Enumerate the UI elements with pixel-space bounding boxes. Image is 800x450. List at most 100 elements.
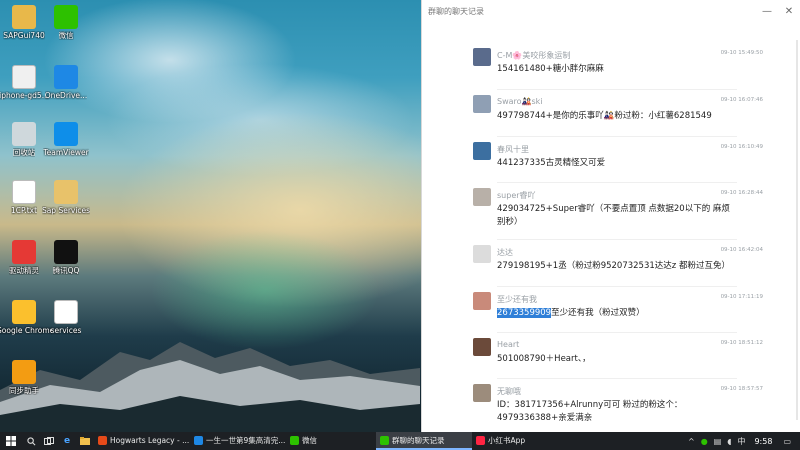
sender-name: C-M🌸美咬彤象运制 <box>497 51 571 60</box>
chat-history-window[interactable]: 群聊的聊天记录 — ✕ C-M🌸美咬彤象运制 09-10 15:49:50 1541… <box>421 0 800 432</box>
chat-window-title: 群聊的聊天记录 <box>428 6 484 16</box>
message-time: 09-10 16:07:46 <box>720 97 763 103</box>
message-text[interactable]: 154161480+糖小胖尔麻麻 <box>497 63 737 76</box>
sender-name: Swaro🎎ski <box>497 97 543 106</box>
desktop-icon[interactable]: 回收站 <box>0 122 48 157</box>
message-text[interactable]: 501008790＋Heart、， <box>497 353 737 366</box>
avatar[interactable] <box>473 292 491 310</box>
taskbar-app-label: 微信 <box>302 435 317 445</box>
taskbar-app-button[interactable]: 小红书App <box>472 432 568 450</box>
chat-message[interactable]: super睿吖 09-10 16:28:44 429034725+Super睿吖（不… <box>473 188 793 240</box>
chevron-up-icon[interactable]: ^ <box>688 437 695 446</box>
chat-message[interactable]: 无聊哦 09-10 18:57:57 ID：381717356+Alrunny可可 … <box>473 384 793 428</box>
minimize-button[interactable]: — <box>756 0 778 22</box>
desktop-icon-label: SAPGui740 <box>3 31 45 40</box>
chat-message[interactable]: Heart 09-10 18:51:12 501008790＋Heart、， <box>473 338 793 382</box>
search-icon[interactable] <box>22 432 40 450</box>
message-divider <box>497 239 737 240</box>
sync-assistant-icon <box>12 360 36 384</box>
avatar[interactable] <box>473 95 491 113</box>
avatar[interactable] <box>473 338 491 356</box>
message-time: 09-10 18:57:57 <box>720 386 763 392</box>
chat-message[interactable]: 至少还有我 09-10 17:11:19 2673359909至少还有我（粉过双赞） <box>473 292 793 336</box>
avatar[interactable] <box>473 188 491 206</box>
taskbar-app-button[interactable]: 一生一世第9集高清完... <box>190 432 286 450</box>
chat-message[interactable]: 达达 09-10 16:42:04 279198195+1丞（粉过粉95207325… <box>473 245 793 289</box>
desktop-icon[interactable]: 驱动精灵 <box>0 240 48 275</box>
message-text[interactable]: 497798744+是你的乐事吖🎎粉过粉：小红薯6281549 <box>497 110 737 123</box>
message-divider <box>497 378 737 379</box>
desktop-icon[interactable]: SAPGui740 <box>0 5 48 40</box>
chat-message[interactable]: C-M🌸美咬彤象运制 09-10 15:49:50 154161480+糖小胖尔麻麻 <box>473 48 793 92</box>
sender-name: 至少还有我 <box>497 295 537 304</box>
desktop-icon[interactable]: services <box>42 300 90 335</box>
ime-indicator[interactable]: 中 <box>737 436 745 447</box>
message-text[interactable]: 2673359909至少还有我（粉过双赞） <box>497 307 737 320</box>
desktop-icon[interactable]: Sap Services <box>42 180 90 215</box>
desktop-icon-label: OneDrive... <box>44 91 88 100</box>
avatar[interactable] <box>473 384 491 402</box>
wechat-tray-icon[interactable]: ● <box>701 437 708 446</box>
sender-name: 达达 <box>497 248 513 257</box>
desktop-icon[interactable]: 1CP.txt <box>0 180 48 215</box>
desktop-icon[interactable]: 微信 <box>42 5 90 40</box>
taskbar-app-label: 小红书App <box>488 435 526 445</box>
message-time: 09-10 16:10:49 <box>720 144 763 150</box>
close-button[interactable]: ✕ <box>778 0 800 22</box>
message-time: 09-10 18:51:12 <box>720 340 763 346</box>
chat-titlebar[interactable]: 群聊的聊天记录 — ✕ <box>422 0 800 22</box>
desktop-icon[interactable]: OneDrive... <box>42 65 90 100</box>
desktop-icon-label: 同步助手 <box>9 386 39 395</box>
desktop-icon[interactable]: 腾讯QQ <box>42 240 90 275</box>
desktop-icon[interactable]: TeamViewer <box>42 122 90 157</box>
message-divider <box>497 136 737 137</box>
start-button[interactable] <box>0 432 22 450</box>
driver-genius-icon <box>12 240 36 264</box>
task-view-icon[interactable] <box>40 432 58 450</box>
message-text[interactable]: ID：381717356+Alrunny可可 粉过的粉这个：4979336388… <box>497 399 737 425</box>
chat-scrollbar[interactable] <box>796 40 798 420</box>
message-divider <box>497 332 737 333</box>
taskbar-app-button[interactable]: 群聊的聊天记录 <box>376 432 472 450</box>
desktop-icon-label: Sap Services <box>41 206 91 215</box>
message-time: 09-10 16:42:04 <box>720 247 763 253</box>
cloud-icon <box>54 65 78 89</box>
volume-icon[interactable]: ◖ <box>727 437 731 446</box>
message-text[interactable]: 429034725+Super睿吖（不要点置顶 点数据20以下的 麻烦别秒） <box>497 203 737 229</box>
ie-browser-icon[interactable]: e <box>58 432 76 450</box>
message-text[interactable]: 441237335古灵精怪又可爱 <box>497 157 737 170</box>
taskbar-app-label: Hogwarts Legacy - ... <box>110 435 190 445</box>
taskbar-app-button[interactable]: Hogwarts Legacy - ... <box>94 432 190 450</box>
message-text[interactable]: 279198195+1丞（粉过粉9520732531达达z 都粉过互免） <box>497 260 737 273</box>
chat-message[interactable]: Swaro🎎ski 09-10 16:07:46 497798744+是你的乐事吖🎎… <box>473 95 793 139</box>
sender-name: 春风十里 <box>497 145 529 154</box>
file-explorer-icon[interactable] <box>76 432 94 450</box>
app-icon <box>380 435 389 445</box>
taskbar-app-label: 群聊的聊天记录 <box>392 435 445 445</box>
chat-message[interactable]: 春风十里 09-10 16:10:49 441237335古灵精怪又可爱 <box>473 142 793 186</box>
network-icon[interactable]: ▤ <box>714 437 722 446</box>
avatar[interactable] <box>473 245 491 263</box>
taskbar-app-button[interactable]: 微信 <box>286 432 376 450</box>
app-icon <box>98 435 107 445</box>
document-icon <box>54 300 78 324</box>
taskbar-clock[interactable]: 9:58 <box>754 437 772 446</box>
desktop-icon-label: 回收站 <box>12 148 36 157</box>
desktop-icon[interactable]: iphone-gd5... <box>0 65 49 100</box>
message-divider <box>497 89 737 90</box>
desktop-icon-label: services <box>50 326 82 335</box>
message-divider <box>497 182 737 183</box>
app-icon <box>476 435 485 445</box>
selected-text[interactable]: 2673359909 <box>497 308 552 318</box>
desktop-icon[interactable]: Google Chrome <box>0 300 52 335</box>
mountain-range <box>0 342 420 432</box>
desktop-icon-label: 微信 <box>58 31 74 40</box>
desktop-icon[interactable]: 同步助手 <box>0 360 48 395</box>
recycle-bin-icon <box>12 122 36 146</box>
text-file-icon <box>12 180 36 204</box>
notification-icon[interactable]: ▭ <box>783 437 791 446</box>
windows-logo-icon <box>6 436 16 446</box>
avatar[interactable] <box>473 142 491 160</box>
avatar[interactable] <box>473 48 491 66</box>
app-icon <box>290 435 299 445</box>
